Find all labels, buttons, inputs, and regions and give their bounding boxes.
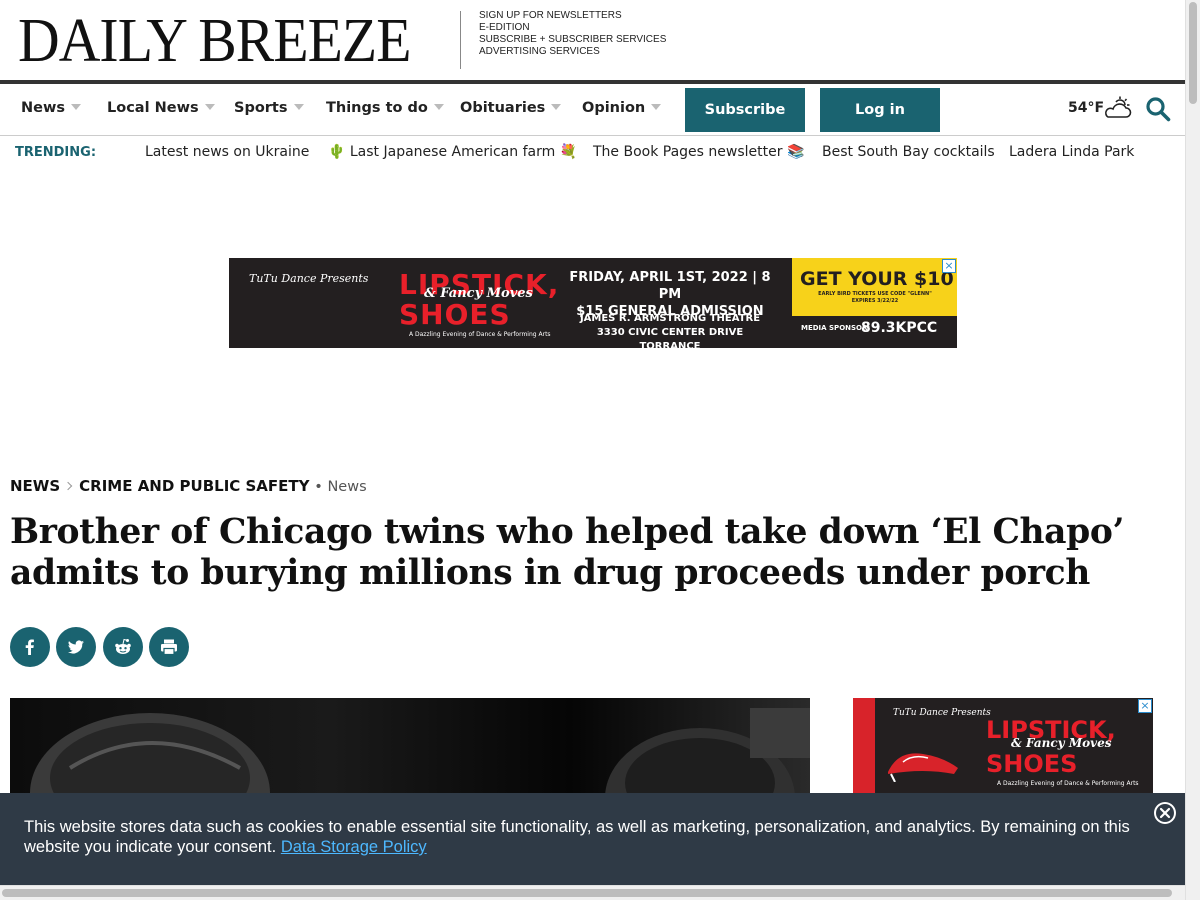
chevron-down-icon xyxy=(651,104,662,110)
article-headline: Brother of Chicago twins who helped take… xyxy=(10,512,1125,593)
cookie-banner: This website stores data such as cookies… xyxy=(0,793,1185,885)
share-reddit-button[interactable] xyxy=(103,627,143,667)
ad-cta-box: GET YOUR $10 EARLY BIRD TICKETS USE CODE… xyxy=(792,258,957,316)
nav-item-news[interactable]: News xyxy=(21,100,81,116)
nav-item-opinion[interactable]: Opinion xyxy=(582,100,662,116)
facebook-icon xyxy=(25,639,34,655)
nav-item-local-news[interactable]: Local News xyxy=(107,100,215,116)
chevron-down-icon xyxy=(551,104,562,110)
ad-date-line: FRIDAY, APRIL 1ST, 2022 | 8 PM xyxy=(569,270,771,302)
reddit-icon xyxy=(115,638,131,654)
search-icon[interactable] xyxy=(1145,96,1171,122)
ad-stripe xyxy=(853,698,875,808)
main-nav: News Local News Sports Things to do Obit… xyxy=(0,84,1185,136)
nav-item-label: Local News xyxy=(107,100,199,116)
chevron-down-icon xyxy=(204,104,215,110)
weather-temp[interactable]: 54°F xyxy=(1068,100,1104,116)
ad-address-line: 3330 CIVIC CENTER DRIVE TORRANCE xyxy=(596,327,744,348)
horizontal-scroll-thumb[interactable] xyxy=(2,889,1172,897)
ad-presenter: TuTu Dance Presents xyxy=(893,708,991,718)
site-logo[interactable]: DAILY BREEZE xyxy=(18,10,411,72)
ad-cta-sub: EARLY BIRD TICKETS USE CODE "GLENN" EXPI… xyxy=(800,291,950,305)
trending-link[interactable]: Best South Bay cocktails xyxy=(822,144,995,160)
ad-promo-code: EARLY BIRD TICKETS USE CODE "GLENN" xyxy=(818,291,932,297)
breadcrumb: NEWS CRIME AND PUBLIC SAFETY • News xyxy=(10,477,367,495)
nav-item-obituaries[interactable]: Obituaries xyxy=(460,100,562,116)
nav-item-label: Things to do xyxy=(326,100,428,116)
ad-close-icon[interactable]: × xyxy=(942,259,956,273)
subscriber-services-link[interactable]: SUBSCRIBE + SUBSCRIBER SERVICES xyxy=(479,34,666,46)
trending-link[interactable]: The Book Pages newsletter 📚 xyxy=(593,144,804,160)
print-button[interactable] xyxy=(149,627,189,667)
ad-title-bottom: SHOES xyxy=(986,750,1078,778)
close-icon[interactable] xyxy=(1153,801,1177,825)
subscribe-button[interactable]: Subscribe xyxy=(685,88,805,132)
vertical-scroll-thumb[interactable] xyxy=(1189,2,1197,104)
shoe-illustration xyxy=(888,753,958,782)
nav-item-label: Sports xyxy=(234,100,288,116)
nav-item-things-to-do[interactable]: Things to do xyxy=(326,100,444,116)
trending-link[interactable]: 🌵 Last Japanese American farm 💐 xyxy=(328,144,577,160)
ad-title-mid: & Fancy Moves xyxy=(1011,736,1112,750)
cookie-text: This website stores data such as cookies… xyxy=(24,818,1130,856)
share-facebook-button[interactable] xyxy=(10,627,50,667)
ad-cta: GET YOUR $10 xyxy=(800,268,954,290)
partly-cloudy-icon[interactable] xyxy=(1102,96,1132,120)
breadcrumb-news[interactable]: NEWS xyxy=(10,477,60,495)
masthead-divider xyxy=(460,11,461,69)
ad-venue-line: JAMES R. ARMSTRONG THEATRE xyxy=(579,313,761,324)
nav-item-label: Opinion xyxy=(582,100,646,116)
chevron-down-icon xyxy=(71,104,81,110)
nav-item-label: Obituaries xyxy=(460,100,546,116)
ad-title-bottom: SHOES xyxy=(399,298,511,331)
twitter-icon xyxy=(68,640,84,654)
ad-sponsor-label: MEDIA SPONSOR: xyxy=(801,324,871,332)
trending-link[interactable]: Ladera Linda Park xyxy=(1009,144,1134,160)
ad-close-icon[interactable]: × xyxy=(1138,699,1152,713)
nav-item-label: News xyxy=(21,100,65,116)
trending-label: TRENDING: xyxy=(15,145,97,160)
leaderboard-ad[interactable]: TuTu Dance Presents LIPSTICK, & Fancy Mo… xyxy=(229,258,957,348)
sidebar-ad[interactable]: TuTu Dance Presents LIPSTICK, & Fancy Mo… xyxy=(853,698,1153,808)
ad-sponsor: 89.3KPCC xyxy=(861,320,938,336)
share-twitter-button[interactable] xyxy=(56,627,96,667)
chevron-right-icon xyxy=(63,481,73,491)
masthead-links: SIGN UP FOR NEWSLETTERS E-EDITION SUBSCR… xyxy=(479,10,666,58)
chevron-down-icon xyxy=(293,104,304,110)
login-button[interactable]: Log in xyxy=(820,88,940,132)
newsletter-link[interactable]: SIGN UP FOR NEWSLETTERS xyxy=(479,10,666,22)
nav-item-sports[interactable]: Sports xyxy=(234,100,304,116)
ad-venue: JAMES R. ARMSTRONG THEATRE 3330 CIVIC CE… xyxy=(565,312,775,348)
data-storage-policy-link[interactable]: Data Storage Policy xyxy=(281,838,427,856)
ad-tagline: A Dazzling Evening of Dance & Performing… xyxy=(997,780,1139,787)
masthead: DAILY BREEZE SIGN UP FOR NEWSLETTERS E-E… xyxy=(0,0,1185,80)
breadcrumb-crime[interactable]: CRIME AND PUBLIC SAFETY xyxy=(79,477,309,495)
breadcrumb-sub[interactable]: • News xyxy=(314,479,366,495)
cookie-message: This website stores data such as cookies… xyxy=(24,817,1164,857)
trending-bar: TRENDING: Latest news on Ukraine 🌵 Last … xyxy=(0,136,1185,170)
vertical-scrollbar[interactable] xyxy=(1185,0,1200,900)
chevron-down-icon xyxy=(433,104,444,110)
advertising-services-link[interactable]: ADVERTISING SERVICES xyxy=(479,46,666,58)
ad-expiry: EXPIRES 3/22/22 xyxy=(851,298,899,304)
ad-presenter: TuTu Dance Presents xyxy=(249,272,369,285)
horizontal-scrollbar[interactable] xyxy=(0,885,1185,900)
print-icon xyxy=(161,639,177,656)
ad-tagline: A Dazzling Evening of Dance & Performing… xyxy=(409,331,551,338)
trending-link[interactable]: Latest news on Ukraine xyxy=(145,144,309,160)
e-edition-link[interactable]: E-EDITION xyxy=(479,22,666,34)
